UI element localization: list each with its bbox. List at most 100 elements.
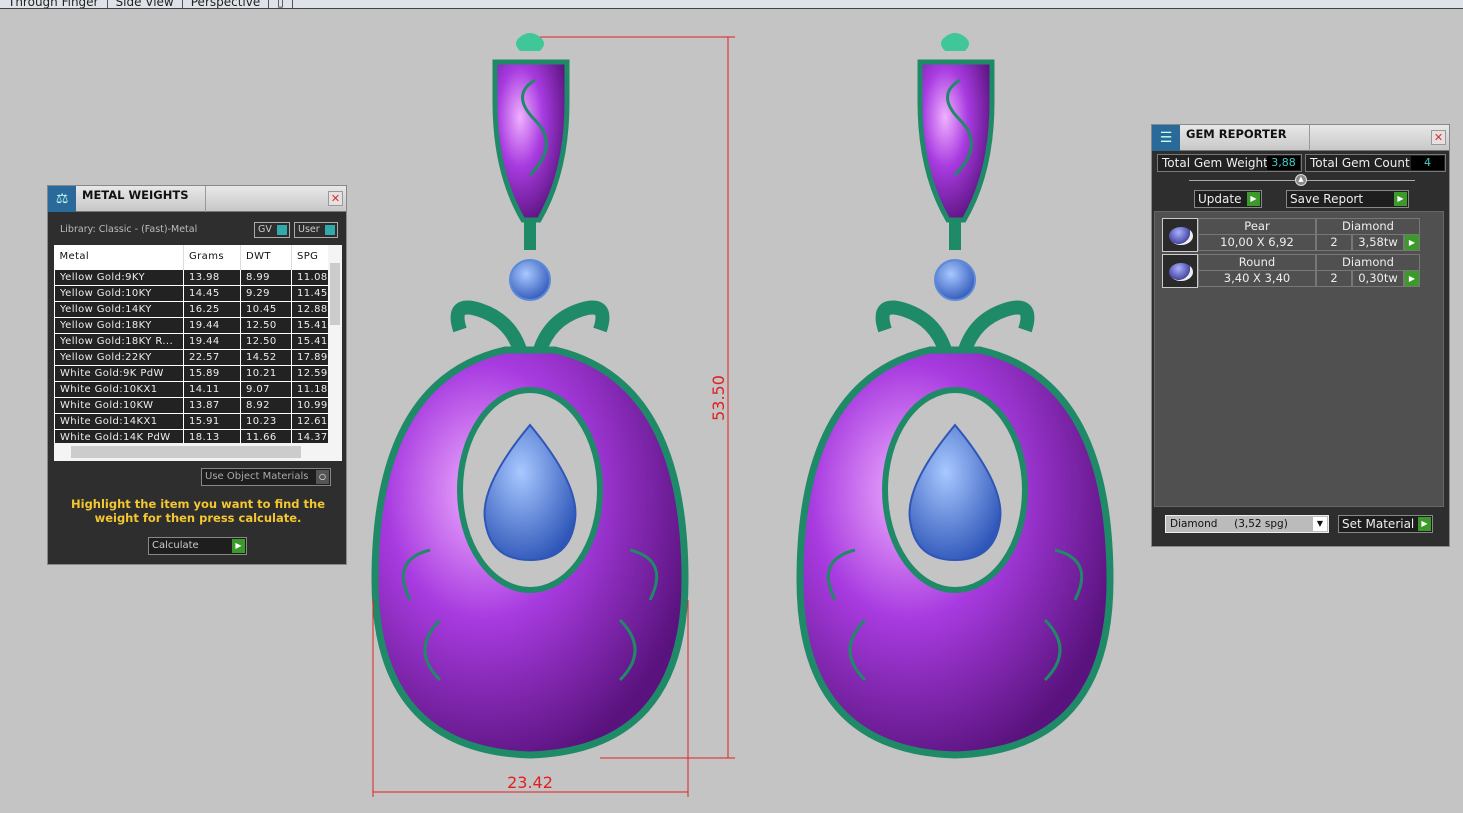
table-cell: 11.45 (291, 284, 329, 302)
update-button[interactable]: Update ▶ (1194, 190, 1262, 208)
width-dimension: 23.42 (507, 773, 553, 792)
table-cell: 14.52 (240, 348, 292, 366)
table-row[interactable]: Yellow Gold:22KY 22.57 14.52 17.89 (54, 348, 329, 366)
gem-row[interactable]: Pear Diamond 10,00 X 6,92 2 3,58tw ▶ (1162, 218, 1420, 252)
gem-thumbnail (1162, 254, 1198, 288)
gem-details-button[interactable]: ▶ (1404, 270, 1420, 287)
table-cell: 8.99 (240, 268, 292, 286)
gv-toggle[interactable]: GV (254, 222, 290, 238)
set-material-button[interactable]: Set Material ▶ (1338, 515, 1433, 533)
vertical-scrollbar[interactable] (328, 245, 342, 443)
table-row[interactable]: White Gold:10KW 13.87 8.92 10.99 (54, 396, 329, 414)
material-select-value: Diamond (3,52 spg) (1170, 518, 1288, 530)
scale-icon: ⚖ (48, 186, 76, 212)
panel-title: GEM REPORTER (1180, 125, 1310, 151)
gem-weight: 0,30tw (1352, 270, 1404, 287)
tab-perspective[interactable]: Perspective (183, 0, 270, 8)
close-button[interactable]: ✕ (328, 191, 343, 206)
gem-material: Diamond (1316, 254, 1420, 271)
table-row[interactable]: Yellow Gold:18KY R... 19.44 12.50 15.41 (54, 332, 329, 350)
panel-titlebar[interactable]: ⚖ METAL WEIGHTS ✕ (48, 186, 346, 212)
table-cell: 14.11 (183, 380, 241, 398)
table-cell: 12.61 (291, 412, 329, 430)
play-icon: ▶ (1418, 517, 1431, 531)
table-cell: 13.87 (183, 396, 241, 414)
calculate-button[interactable]: Calculate ▶ (148, 537, 247, 555)
gem-shape: Pear (1198, 218, 1316, 235)
tab-through-finger[interactable]: Through Finger (0, 0, 108, 8)
close-button[interactable]: ✕ (1431, 130, 1446, 145)
table-row[interactable]: Yellow Gold:14KY 16.25 10.45 12.88 (54, 300, 329, 318)
table-cell: 11.08 (291, 268, 329, 286)
col-spg[interactable]: SPG (291, 245, 329, 269)
user-label: User (298, 224, 320, 235)
table-cell: 15.89 (183, 364, 241, 382)
report-icon: ☰ (1152, 125, 1180, 151)
table-row[interactable]: White Gold:14KX1 15.91 10.23 12.61 (54, 412, 329, 430)
use-object-materials-toggle[interactable]: Use Object Materials ○ (201, 468, 331, 486)
gem-list: Pear Diamond 10,00 X 6,92 2 3,58tw ▶ Rou… (1154, 211, 1444, 507)
table-cell: 16.25 (183, 300, 241, 318)
save-report-label: Save Report (1290, 192, 1364, 206)
play-icon: ▶ (1394, 192, 1407, 206)
table-cell: 17.89 (291, 348, 329, 366)
table-cell: 19.44 (183, 316, 241, 334)
table-cell: Yellow Gold:10KY (54, 284, 184, 302)
table-row[interactable]: White Gold:9K PdW 15.89 10.21 12.59 (54, 364, 329, 382)
table-row[interactable]: Yellow Gold:9KY 13.98 8.99 11.08 (54, 268, 329, 286)
total-weight-label: Total Gem Weight (1162, 156, 1268, 170)
table-cell: 19.44 (183, 332, 241, 350)
gem-reporter-panel: ☰ GEM REPORTER ✕ Total Gem Weight 3,88 To… (1151, 124, 1450, 547)
collapse-toggle[interactable]: ▲ (1295, 174, 1307, 186)
tab-side-view[interactable]: Side View (108, 0, 183, 8)
table-row[interactable]: Yellow Gold:10KY 14.45 9.29 11.45 (54, 284, 329, 302)
total-gem-weight: Total Gem Weight 3,88 (1157, 154, 1302, 172)
save-report-button[interactable]: Save Report ▶ (1286, 190, 1409, 208)
table-cell: 15.41 (291, 316, 329, 334)
col-metal[interactable]: Metal (54, 245, 184, 269)
table-row[interactable]: White Gold:10KX1 14.11 9.07 11.18 (54, 380, 329, 398)
table-cell: White Gold:14KX1 (54, 412, 184, 430)
tab-extra[interactable]: ▯ (269, 0, 293, 8)
table-cell: Yellow Gold:18KY (54, 316, 184, 334)
gem-thumbnail (1162, 218, 1198, 252)
gem-row[interactable]: Round Diamond 3,40 X 3,40 2 0,30tw ▶ (1162, 254, 1420, 288)
table-cell: 14.45 (183, 284, 241, 302)
play-icon: ▶ (1247, 192, 1260, 206)
table-cell: 11.18 (291, 380, 329, 398)
table-cell: 8.92 (240, 396, 292, 414)
view-tabs: Through Finger Side View Perspective ▯ (0, 0, 1463, 9)
total-count-value: 4 (1411, 156, 1444, 170)
user-toggle[interactable]: User (294, 222, 338, 238)
table-cell: Yellow Gold:22KY (54, 348, 184, 366)
library-label: Library: Classic - (Fast)-Metal (60, 224, 198, 235)
table-cell: 13.98 (183, 268, 241, 286)
material-select[interactable]: Diamond (3,52 spg) ▼ (1165, 515, 1329, 533)
table-cell: 12.50 (240, 316, 292, 334)
gem-size: 10,00 X 6,92 (1198, 234, 1316, 251)
table-row[interactable]: Yellow Gold:18KY 19.44 12.50 15.41 (54, 316, 329, 334)
table-cell: 10.21 (240, 364, 292, 382)
table-cell: White Gold:10KX1 (54, 380, 184, 398)
table-cell: White Gold:10KW (54, 396, 184, 414)
hint-text: Highlight the item you want to find the … (71, 497, 325, 525)
gem-shape: Round (1198, 254, 1316, 271)
col-dwt[interactable]: DWT (240, 245, 292, 269)
gem-weight: 3,58tw (1352, 234, 1404, 251)
table-cell: 10.23 (240, 412, 292, 430)
gem-details-button[interactable]: ▶ (1404, 234, 1420, 251)
gem-count: 2 (1316, 234, 1352, 251)
play-icon: ▶ (232, 539, 245, 553)
table-cell: 9.07 (240, 380, 292, 398)
table-cell: 15.91 (183, 412, 241, 430)
panel-titlebar[interactable]: ☰ GEM REPORTER ✕ (1152, 125, 1449, 151)
table-cell: 22.57 (183, 348, 241, 366)
table-cell: 12.59 (291, 364, 329, 382)
table-cell: 12.50 (240, 332, 292, 350)
horizontal-scrollbar[interactable] (54, 443, 342, 461)
total-count-label: Total Gem Count (1310, 156, 1410, 170)
col-grams[interactable]: Grams (183, 245, 241, 269)
gem-material: Diamond (1316, 218, 1420, 235)
gem-count: 2 (1316, 270, 1352, 287)
chevron-down-icon: ▼ (1313, 517, 1327, 531)
